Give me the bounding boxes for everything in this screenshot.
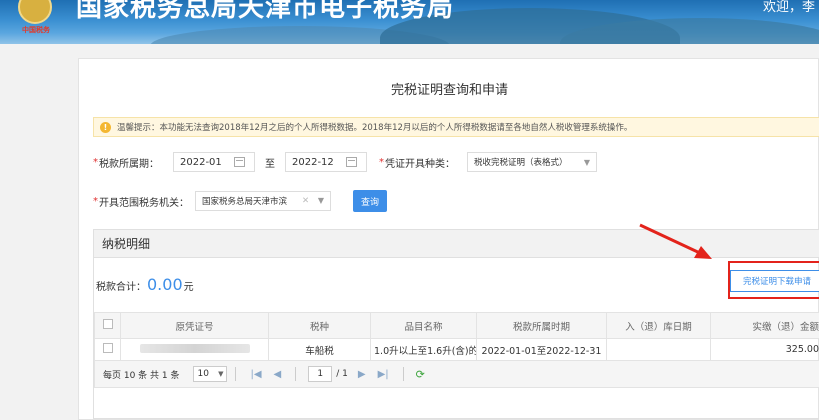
annotation-arrow-icon [639,223,712,259]
